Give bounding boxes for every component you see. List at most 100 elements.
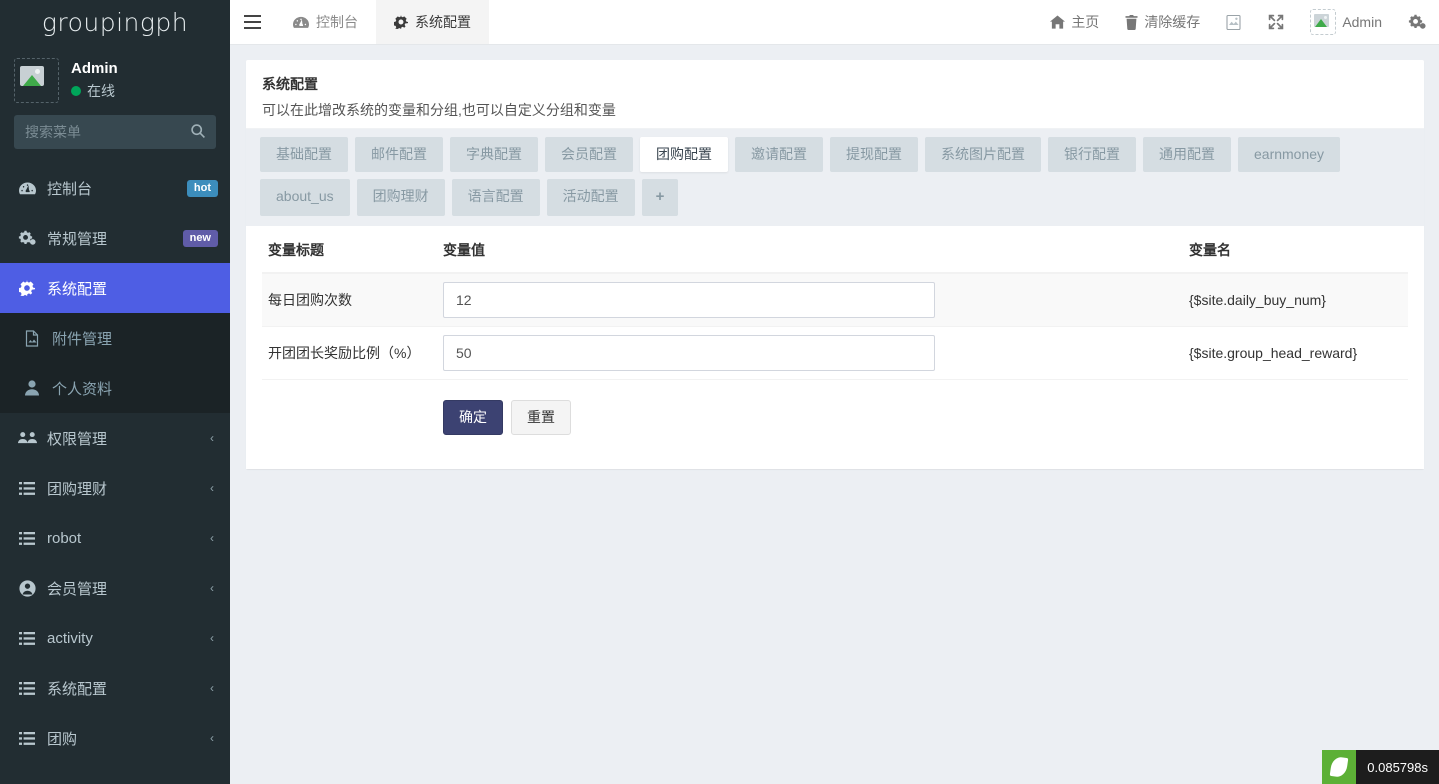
row-variable-name: {$site.daily_buy_num} — [1183, 273, 1408, 327]
sidebar-menu: 控制台 hot 常规管理 new — [0, 163, 230, 763]
fullscreen-button[interactable] — [1255, 0, 1297, 45]
daily-buy-num-input[interactable] — [443, 282, 935, 318]
sidebar-item-label: 团购理财 — [47, 478, 200, 499]
tab-about-us[interactable]: about_us — [260, 179, 350, 216]
sidebar-item-label: robot — [47, 530, 200, 547]
group-head-reward-input[interactable] — [443, 335, 935, 371]
system-config-card: 系统配置 可以在此增改系统的变量和分组,也可以自定义分组和变量 基础配置 邮件配… — [246, 60, 1424, 469]
sidebar-toggle-button[interactable] — [230, 0, 275, 44]
sidebar-item-attachment-management[interactable]: 附件管理 — [0, 313, 230, 363]
search-input[interactable] — [14, 115, 216, 149]
sidebar-item-member-management[interactable]: 会员管理 ‹ — [0, 563, 230, 613]
cogs-icon — [17, 229, 37, 247]
badge-hot: hot — [187, 180, 218, 197]
sidebar-item-label: 附件管理 — [52, 328, 112, 349]
tab-groupbuy-finance[interactable]: 团购理财 — [357, 179, 445, 216]
sidebar-item-profile[interactable]: 个人资料 — [0, 363, 230, 413]
sidebar-submenu-group: 附件管理 个人资料 — [0, 313, 230, 413]
actions-spacer-right — [1183, 379, 1408, 449]
config-table: 变量标题 变量值 变量名 每日团购次数 {$site.daily_buy_num… — [262, 226, 1408, 450]
home-label: 主页 — [1071, 12, 1099, 32]
chevron-left-icon: ‹ — [210, 581, 218, 595]
sidebar-item-system-config[interactable]: 系统配置 — [0, 263, 230, 313]
reset-button[interactable]: 重置 — [511, 400, 571, 436]
sidebar-item-label: 权限管理 — [47, 428, 200, 449]
trash-icon — [1125, 15, 1138, 30]
user-status: 在线 — [71, 82, 118, 101]
debug-time: 0.085798s — [1356, 750, 1439, 784]
chevron-left-icon: ‹ — [210, 531, 218, 545]
config-tabs: 基础配置 邮件配置 字典配置 会员配置 团购配置 邀请配置 提现配置 系统图片配… — [246, 128, 1424, 226]
chevron-left-icon: ‹ — [210, 731, 218, 745]
tab-bank-config[interactable]: 银行配置 — [1048, 137, 1136, 172]
gear-icon — [394, 15, 408, 29]
logo-text: groupingph — [42, 8, 188, 37]
tab-general-config[interactable]: 通用配置 — [1143, 137, 1231, 172]
gear-icon — [17, 279, 37, 297]
sidebar: groupingph Admin 在线 — [0, 0, 230, 784]
page-subtitle: 可以在此增改系统的变量和分组,也可以自定义分组和变量 — [262, 100, 1408, 120]
table-body: 每日团购次数 {$site.daily_buy_num} 开团团长奖励比例（%） — [262, 273, 1408, 450]
sidebar-item-general-management[interactable]: 常规管理 new — [0, 213, 230, 263]
sidebar-item-label: 系统配置 — [47, 278, 218, 299]
clear-cache-label: 清除缓存 — [1144, 12, 1200, 32]
broken-image-button[interactable] — [1213, 0, 1255, 45]
content-area: 系统配置 可以在此增改系统的变量和分组,也可以自定义分组和变量 基础配置 邮件配… — [230, 45, 1439, 784]
home-button[interactable]: 主页 — [1037, 0, 1112, 45]
sidebar-item-system-config-list[interactable]: 系统配置 ‹ — [0, 663, 230, 713]
actions-cell: 确定 重置 — [437, 379, 1183, 449]
nav-tab-label: 系统配置 — [415, 12, 471, 32]
sidebar-item-group-buy[interactable]: 团购 ‹ — [0, 713, 230, 763]
user-menu[interactable]: Admin — [1297, 0, 1395, 45]
page-title: 系统配置 — [262, 74, 1408, 94]
tab-earnmoney[interactable]: earnmoney — [1238, 137, 1340, 172]
list-icon — [17, 679, 37, 697]
nav-tab-system-config[interactable]: 系统配置 — [376, 0, 489, 44]
tab-basic-config[interactable]: 基础配置 — [260, 137, 348, 172]
sidebar-item-group-finance[interactable]: 团购理财 ‹ — [0, 463, 230, 513]
tab-groupbuy-config[interactable]: 团购配置 — [640, 137, 728, 172]
tab-dictionary-config[interactable]: 字典配置 — [450, 137, 538, 172]
sidebar-item-permission-management[interactable]: 权限管理 ‹ — [0, 413, 230, 463]
tab-withdraw-config[interactable]: 提现配置 — [830, 137, 918, 172]
navbar-user-name: Admin — [1342, 14, 1382, 30]
tab-language-config[interactable]: 语言配置 — [452, 179, 540, 216]
cogs-icon — [1408, 14, 1426, 30]
column-header-variable-name: 变量名 — [1183, 226, 1408, 273]
dashboard-icon — [17, 179, 37, 197]
table-row: 每日团购次数 {$site.daily_buy_num} — [262, 273, 1408, 327]
user-circle-icon — [17, 579, 37, 597]
sidebar-item-activity[interactable]: activity ‹ — [0, 613, 230, 663]
sidebar-item-label: 会员管理 — [47, 578, 200, 599]
tab-activity-config[interactable]: 活动配置 — [547, 179, 635, 216]
table-actions-row: 确定 重置 — [262, 379, 1408, 449]
clear-cache-button[interactable]: 清除缓存 — [1112, 0, 1213, 45]
dashboard-icon — [293, 16, 309, 29]
debug-toolbar-badge[interactable]: 0.085798s — [1322, 750, 1439, 784]
thinkphp-leaf-icon — [1322, 750, 1356, 784]
submit-button[interactable]: 确定 — [443, 400, 503, 436]
search-icon[interactable] — [190, 123, 206, 139]
sidebar-logo[interactable]: groupingph — [0, 0, 230, 45]
users-icon — [17, 429, 37, 447]
sidebar-item-robot[interactable]: robot ‹ — [0, 513, 230, 563]
nav-tab-dashboard[interactable]: 控制台 — [275, 0, 376, 44]
navbar-spacer — [489, 0, 1037, 44]
tab-invite-config[interactable]: 邀请配置 — [735, 137, 823, 172]
table-header-row: 变量标题 变量值 变量名 — [262, 226, 1408, 273]
broken-image-icon — [1226, 14, 1242, 31]
list-icon — [17, 629, 37, 647]
sidebar-user-panel: Admin 在线 — [0, 45, 230, 115]
sidebar-item-dashboard[interactable]: 控制台 hot — [0, 163, 230, 213]
fullscreen-icon — [1268, 14, 1284, 30]
tab-member-config[interactable]: 会员配置 — [545, 137, 633, 172]
sidebar-item-label: 控制台 — [47, 178, 177, 199]
chevron-left-icon: ‹ — [210, 681, 218, 695]
sidebar-search — [0, 115, 230, 163]
tab-mail-config[interactable]: 邮件配置 — [355, 137, 443, 172]
tab-system-image-config[interactable]: 系统图片配置 — [925, 137, 1041, 172]
settings-button[interactable] — [1395, 0, 1439, 45]
add-tab-button[interactable]: + — [642, 179, 679, 216]
table-head: 变量标题 变量值 变量名 — [262, 226, 1408, 273]
table-row: 开团团长奖励比例（%） {$site.group_head_reward} — [262, 326, 1408, 379]
